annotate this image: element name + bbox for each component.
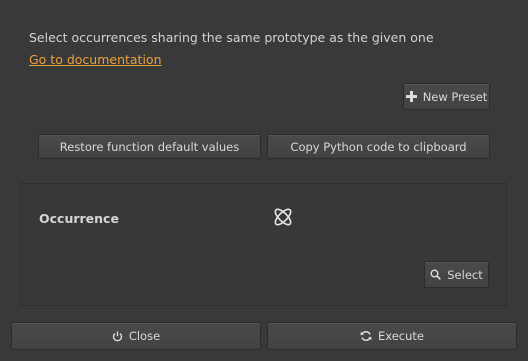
search-icon [430, 269, 442, 280]
select-button[interactable]: Select [424, 261, 489, 288]
plus-icon [405, 91, 417, 102]
power-icon [112, 331, 123, 342]
new-preset-label: New Preset [422, 89, 488, 104]
select-label: Select [447, 267, 483, 282]
new-preset-button[interactable]: New Preset [403, 83, 490, 110]
copy-python-button[interactable]: Copy Python code to clipboard [267, 134, 490, 159]
execute-label: Execute [378, 329, 424, 343]
close-button[interactable]: Close [11, 322, 261, 350]
copy-python-label: Copy Python code to clipboard [290, 139, 467, 154]
occurrence-label: Occurrence [39, 211, 119, 226]
function-dialog: Select occurrences sharing the same prot… [0, 0, 528, 361]
function-description: Select occurrences sharing the same prot… [29, 30, 434, 45]
documentation-link[interactable]: Go to documentation [29, 52, 162, 67]
execute-button[interactable]: Execute [267, 322, 517, 350]
restore-defaults-button[interactable]: Restore function default values [38, 134, 261, 159]
refresh-icon [360, 330, 372, 342]
restore-defaults-label: Restore function default values [59, 139, 240, 154]
parameters-panel: Occurrence Select [20, 183, 507, 306]
close-label: Close [128, 329, 161, 343]
occurrence-icon [271, 205, 295, 229]
